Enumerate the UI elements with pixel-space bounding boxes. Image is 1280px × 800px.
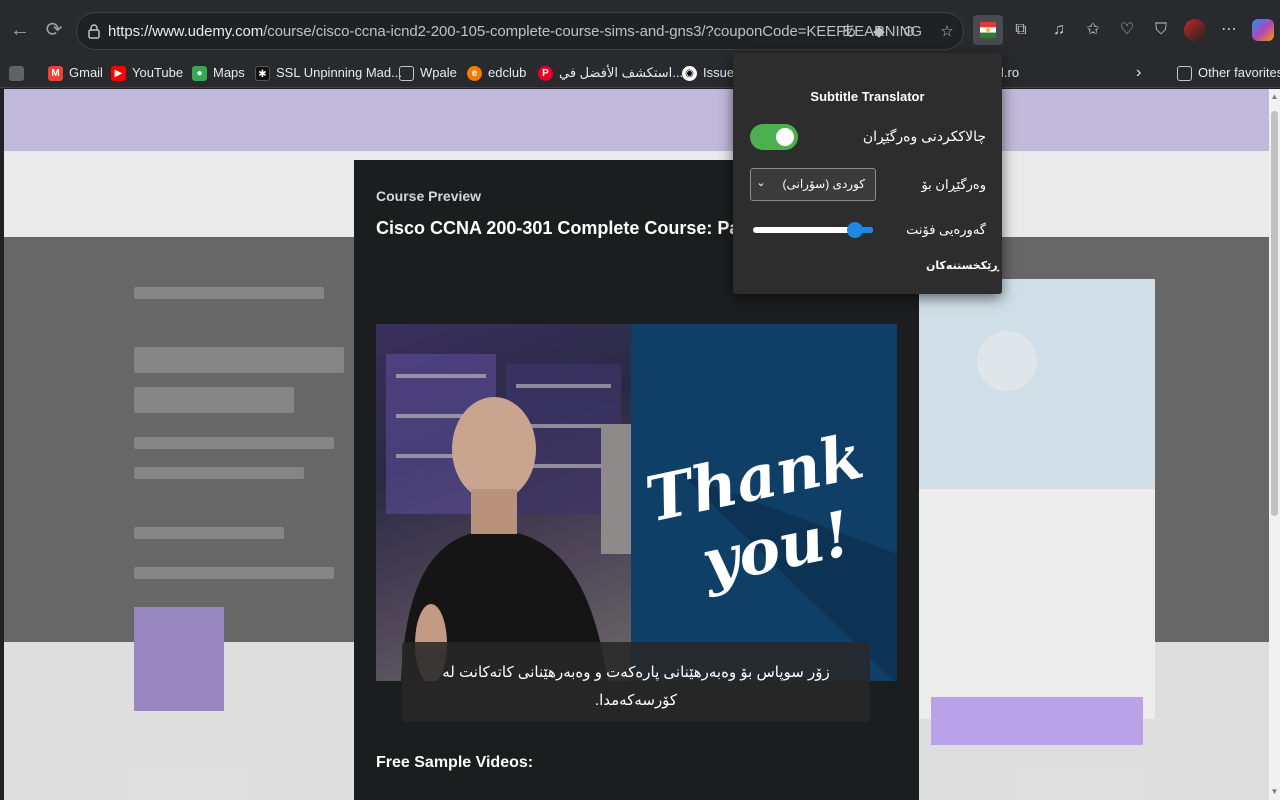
back-arrow-icon[interactable]: ← bbox=[6, 16, 34, 44]
page-scrollbar[interactable]: ▲ ▼ bbox=[1269, 89, 1280, 800]
bookmarks-overflow-chevron-icon[interactable]: › bbox=[1136, 63, 1141, 83]
favorites-icon[interactable]: ✩ bbox=[1082, 19, 1104, 41]
coupon-tag-icon[interactable]: ◆ bbox=[869, 22, 889, 42]
media-control-icon[interactable]: ♫ bbox=[1048, 19, 1070, 41]
course-title: Cisco CCNA 200-301 Complete Course: Pack… bbox=[376, 218, 770, 238]
maps-icon: ● bbox=[192, 65, 207, 81]
scroll-up-arrow-icon[interactable]: ▲ bbox=[1270, 92, 1279, 102]
read-aloud-icon[interactable]: あ bbox=[839, 22, 859, 42]
target-language-select[interactable]: ⌄ کوردی (سۆرانی) bbox=[750, 168, 876, 201]
bookmark-maps[interactable]: ● Maps bbox=[192, 63, 245, 83]
subtitle-translator-extension-button[interactable] bbox=[973, 15, 1003, 45]
modal-eyebrow: Course Preview bbox=[376, 188, 482, 204]
folder-icon bbox=[399, 65, 414, 81]
bookmark-youtube[interactable]: ▶ YouTube bbox=[111, 63, 183, 83]
lock-icon bbox=[88, 24, 100, 39]
gmail-icon: M bbox=[48, 65, 63, 81]
slider-thumb[interactable] bbox=[847, 222, 863, 238]
video-player[interactable]: Thank you! bbox=[376, 324, 897, 681]
kurdistan-flag-icon bbox=[980, 22, 996, 38]
subtitle-translator-popup: Subtitle Translator چالاککردنی وەرگێڕان … bbox=[733, 53, 1002, 294]
toggle-knob bbox=[776, 128, 794, 146]
bookmarks-bar: M Gmail ▶ YouTube ● Maps ✱ SSL Unpinning Mad… bbox=[0, 58, 1280, 88]
translated-subtitle-overlay: زۆر سوپاس بۆ وەبەرهێنانی پارەکەت و وەبەر… bbox=[402, 642, 870, 722]
browser-essentials-shield-icon[interactable]: ⛉ bbox=[1150, 19, 1172, 41]
bookmark-other-favorites[interactable]: Other favorites bbox=[1177, 63, 1280, 83]
chevron-down-icon: ⌄ bbox=[756, 177, 766, 189]
enable-translation-toggle[interactable] bbox=[750, 124, 798, 150]
bookmark-partial[interactable]: l.ro bbox=[1001, 63, 1019, 83]
bookmark-wpale[interactable]: Wpale bbox=[399, 63, 457, 83]
bookmark-gmail[interactable]: M Gmail bbox=[48, 63, 103, 83]
selected-language: کوردی (سۆرانی) bbox=[782, 177, 866, 191]
thank-you-slide: Thank you! bbox=[631, 324, 897, 681]
ssl-icon: ✱ bbox=[255, 65, 270, 81]
bookmark-ssl-unpinning[interactable]: ✱ SSL Unpinning Mad... bbox=[255, 63, 402, 83]
tab-actions-icon[interactable] bbox=[9, 63, 24, 83]
copilot-icon[interactable] bbox=[1252, 19, 1274, 41]
settings-more-icon[interactable]: ⋯ bbox=[1218, 19, 1240, 41]
font-size-slider[interactable] bbox=[753, 222, 873, 238]
refresh-icon[interactable]: ⟳ bbox=[40, 16, 68, 44]
profile-avatar[interactable] bbox=[1184, 19, 1206, 41]
instructor-video-frame bbox=[376, 324, 631, 681]
bookmark-edclub[interactable]: e edclub bbox=[467, 63, 526, 83]
free-sample-videos-heading: Free Sample Videos: bbox=[376, 754, 534, 771]
translate-to-label: وەرگێڕان بۆ bbox=[921, 177, 986, 192]
bookmark-pinterest[interactable]: P استكشف الأفضل في... bbox=[538, 63, 683, 83]
instructor-figure bbox=[386, 354, 631, 681]
github-icon: ◉ bbox=[682, 65, 697, 81]
browser-toolbar: ← ⟳ https://www.udemy.com/course/cisco-c… bbox=[0, 0, 1280, 58]
extensions-puzzle-icon[interactable]: ⧉ bbox=[1010, 19, 1032, 41]
bookmark-issues[interactable]: ◉ Issues bbox=[682, 63, 741, 83]
url-text: https://www.udemy.com/course/cisco-ccna-… bbox=[108, 23, 922, 40]
reset-settings-link[interactable]: ڕێکخستنەکان bbox=[926, 259, 999, 272]
font-size-label: گەورەیی فۆنت bbox=[906, 222, 986, 237]
favorite-star-icon[interactable]: ☆ bbox=[937, 22, 957, 42]
scroll-down-arrow-icon[interactable]: ▼ bbox=[1270, 787, 1279, 797]
health-heart-icon[interactable]: ♡ bbox=[1116, 19, 1138, 41]
popup-title: Subtitle Translator bbox=[810, 89, 925, 104]
folder-icon bbox=[1177, 65, 1192, 81]
pinterest-icon: P bbox=[538, 65, 553, 81]
more-options-icon[interactable]: ⊙ bbox=[899, 22, 919, 42]
youtube-icon: ▶ bbox=[111, 65, 126, 81]
enable-translation-label: چالاککردنی وەرگێڕان bbox=[862, 128, 986, 144]
address-bar[interactable]: https://www.udemy.com/course/cisco-ccna-… bbox=[76, 12, 964, 50]
edclub-icon: e bbox=[467, 65, 482, 81]
scrollbar-thumb[interactable] bbox=[1271, 111, 1278, 516]
